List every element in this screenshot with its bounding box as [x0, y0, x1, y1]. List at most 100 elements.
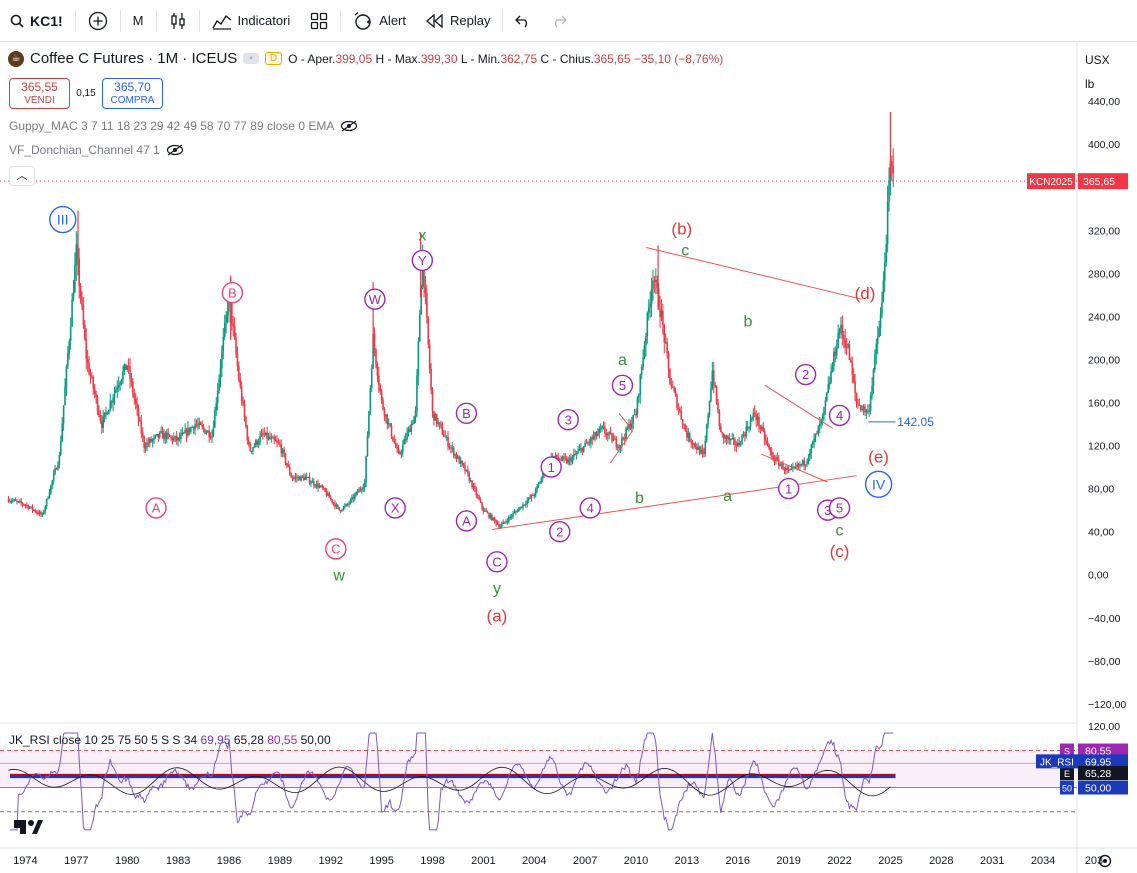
alert-button[interactable]: Alert — [343, 0, 416, 42]
y-tick-label: 80,00 — [1088, 484, 1114, 496]
unit-selector[interactable]: lb — [1081, 72, 1131, 96]
candle-body — [180, 434, 182, 439]
wave-label: B — [221, 282, 244, 304]
candle-body — [68, 340, 71, 354]
toolbar-divider — [198, 9, 200, 32]
candle-body — [61, 423, 63, 442]
candle-body — [294, 477, 297, 479]
candle-body — [256, 440, 259, 445]
candle-body — [625, 427, 627, 439]
candle-body — [720, 426, 722, 433]
axis-unit-selector: USX lb — [1081, 48, 1131, 96]
chart-type-button[interactable] — [159, 0, 197, 42]
candle-body — [264, 432, 267, 436]
candle-body — [865, 411, 868, 413]
candle-body — [341, 509, 343, 511]
candle-body — [266, 432, 268, 440]
candle-body — [852, 374, 855, 382]
chart-area[interactable]: 440,00 400,00 320,00 280,00 240,00 200,00 160,… — [0, 42, 1137, 873]
sell-button[interactable]: 365,55 VENDI — [9, 78, 70, 109]
candle-body — [485, 510, 488, 513]
indicators-button[interactable]: Indicatori — [202, 0, 301, 42]
candle-body — [606, 433, 609, 436]
candle-body — [879, 314, 882, 329]
candle-body — [447, 436, 449, 447]
candle-body — [99, 414, 102, 421]
candle-body — [604, 427, 606, 434]
symbol-search[interactable]: KC1! — [0, 0, 73, 42]
guppy-indicator-legend[interactable]: Guppy_MAC 3 7 11 18 23 29 42 49 58 70 77… — [9, 119, 358, 133]
candle-body — [502, 521, 504, 525]
candle-body — [649, 303, 651, 308]
eye-off-icon[interactable] — [166, 144, 184, 156]
currency-selector[interactable]: USX — [1081, 48, 1131, 72]
candle-body — [349, 499, 352, 504]
candle-body — [598, 428, 601, 434]
candle-body — [666, 342, 668, 354]
candle-body — [102, 416, 104, 428]
candle-body — [581, 448, 584, 452]
close-value: 365,65 — [593, 51, 631, 66]
redo-button[interactable] — [541, 0, 577, 42]
candle-body — [481, 502, 483, 508]
candle-body — [735, 445, 738, 447]
candle-body — [324, 487, 326, 492]
wave-label: B — [455, 402, 478, 424]
candle-body — [163, 433, 165, 439]
donchian-indicator-legend[interactable]: VF_Donchian_Channel 47 1 — [9, 143, 184, 157]
candle-body — [177, 437, 179, 441]
candle-body — [712, 370, 715, 385]
templates-button[interactable] — [300, 0, 338, 42]
candle-body — [40, 512, 42, 515]
candle-body — [474, 485, 476, 490]
candle-body — [587, 442, 589, 444]
candle-body — [327, 493, 329, 496]
candle-body — [515, 511, 517, 513]
guppy-label: Guppy_MAC 3 7 11 18 23 29 42 49 58 70 77… — [9, 119, 335, 133]
x-tick-label: 2013 — [675, 855, 699, 867]
candle-body — [489, 514, 492, 518]
candle-body — [882, 280, 885, 302]
collapse-legend-button[interactable]: ︿ — [9, 166, 35, 186]
candle-body — [93, 388, 96, 394]
candles-group — [7, 111, 895, 530]
y-tick-label: 120,00 — [1088, 441, 1120, 453]
candle-body — [510, 516, 513, 518]
buy-button[interactable]: 365,70 COMPRA — [102, 78, 163, 109]
legend-title: Coffee C Futures · 1M · ICEUS — [30, 50, 238, 67]
candle-body — [769, 447, 772, 452]
candle-body — [335, 504, 338, 507]
candle-body — [729, 438, 732, 441]
candle-body — [777, 459, 780, 466]
candle-body — [664, 342, 667, 344]
candle-body — [892, 165, 895, 174]
price-chart-svg[interactable]: 440,00400,00320,00280,00240,00200,00160,… — [0, 42, 1137, 873]
candle-body — [560, 459, 562, 461]
x-tick-label: 2016 — [726, 855, 750, 867]
indicators-label: Indicatori — [237, 13, 291, 28]
candle-body — [646, 312, 649, 337]
candle-body — [526, 500, 528, 504]
candle-body — [71, 299, 73, 327]
candle-body — [523, 504, 526, 506]
candle-body — [18, 501, 21, 503]
candle-body — [623, 438, 626, 440]
candle-body — [397, 448, 400, 454]
interval-button[interactable]: M — [123, 0, 154, 42]
legend-eye-icon[interactable]: ◦ — [243, 53, 259, 64]
candle-body — [33, 509, 35, 511]
plus-circle-icon — [88, 11, 107, 30]
candle-body — [235, 337, 237, 354]
candle-body — [218, 378, 220, 391]
eye-off-icon[interactable] — [340, 120, 358, 132]
candle-body — [23, 504, 25, 506]
replay-button[interactable]: Replay — [416, 0, 500, 42]
candle-body — [281, 449, 284, 453]
candle-body — [116, 387, 119, 390]
x-tick-label: 2028 — [929, 855, 953, 867]
compare-button[interactable] — [78, 0, 118, 42]
undo-button[interactable] — [505, 0, 541, 42]
candle-body — [259, 436, 261, 443]
candle-body — [174, 435, 177, 438]
candle-body — [317, 483, 319, 488]
